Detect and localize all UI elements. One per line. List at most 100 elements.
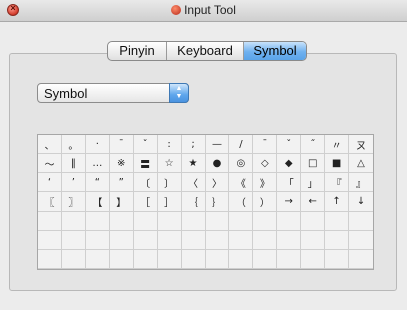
symbol-cell[interactable] [61,249,86,269]
symbol-cell[interactable]: ㄡ [349,135,373,155]
symbol-cell[interactable] [181,230,206,250]
symbol-cell[interactable]: 《 [229,173,254,193]
symbol-cell[interactable] [253,230,278,250]
tab-pinyin[interactable]: Pinyin [108,42,167,60]
symbol-cell[interactable]: ］ [157,192,182,212]
symbol-cell[interactable] [277,249,302,269]
symbol-cell[interactable]: ※ [109,154,134,174]
symbol-cell[interactable] [61,230,86,250]
symbol-cell[interactable]: “ [85,173,110,193]
symbol-cell[interactable] [277,211,302,231]
symbol-cell[interactable]: 「 [277,173,302,193]
symbol-cell[interactable]: ◎ [229,154,254,174]
symbol-cell[interactable]: : [157,135,182,155]
symbol-cell[interactable]: ［ [133,192,158,212]
symbol-cell[interactable]: ） [253,192,278,212]
symbol-cell[interactable]: 、 [38,135,62,155]
symbol-cell[interactable] [301,211,326,231]
symbol-cell[interactable] [349,250,373,269]
symbol-cell[interactable]: 〈 [181,173,206,193]
symbol-cell[interactable]: 〗 [61,192,86,212]
symbol-cell[interactable]: 〔 [133,173,158,193]
tab-symbol[interactable]: Symbol [244,42,306,60]
symbol-cell[interactable] [157,230,182,250]
symbol-cell[interactable]: ● [205,154,230,174]
symbol-cell[interactable] [205,211,230,231]
symbol-cell[interactable] [253,249,278,269]
symbol-cell[interactable] [109,249,134,269]
symbol-cell[interactable]: ˝ [301,135,326,155]
symbol-cell[interactable]: 〓 [133,154,158,174]
symbol-cell[interactable]: ↑ [325,192,350,212]
symbol-cell[interactable]: ’ [61,173,86,193]
symbol-cell[interactable] [109,230,134,250]
symbol-cell[interactable]: — [205,135,230,155]
symbol-cell[interactable] [229,230,254,250]
symbol-cell[interactable] [181,211,206,231]
symbol-cell[interactable]: □ [301,154,326,174]
symbol-cell[interactable] [133,230,158,250]
symbol-cell[interactable]: ¯ [253,135,278,155]
symbol-cell[interactable]: ˉ [109,135,134,155]
symbol-cell[interactable]: 〉 [205,173,230,193]
symbol-cell[interactable]: 】 [109,192,134,212]
symbol-cell[interactable]: ” [109,173,134,193]
symbol-cell[interactable]: ‖ [61,154,86,174]
symbol-cell[interactable] [157,211,182,231]
symbol-cell[interactable]: （ [229,192,254,212]
symbol-cell[interactable] [181,249,206,269]
symbol-cell[interactable] [325,211,350,231]
symbol-cell[interactable]: 『 [325,173,350,193]
symbol-cell[interactable]: 」 [301,173,326,193]
symbol-cell[interactable]: · [85,135,110,155]
title-bar[interactable]: × Input Tool [0,0,407,22]
symbol-cell[interactable] [157,249,182,269]
symbol-cell[interactable] [349,231,373,250]
symbol-cell[interactable]: 〕 [157,173,182,193]
symbol-cell[interactable]: ☆ [157,154,182,174]
symbol-cell[interactable]: ↓ [349,192,373,212]
symbol-cell[interactable]: 』 [349,173,373,193]
category-select[interactable]: Symbol ▲ ▼ [37,83,189,103]
symbol-cell[interactable]: ◆ [277,154,302,174]
symbol-cell[interactable] [109,211,134,231]
symbol-cell[interactable]: ～ [38,154,62,174]
symbol-cell[interactable]: / [229,135,254,155]
symbol-cell[interactable]: ｝ [205,192,230,212]
symbol-cell[interactable]: ★ [181,154,206,174]
symbol-cell[interactable] [253,211,278,231]
symbol-cell[interactable] [325,249,350,269]
symbol-cell[interactable]: ‘ [38,173,62,193]
symbol-cell[interactable] [349,212,373,231]
symbol-cell[interactable]: 。 [61,135,86,155]
symbol-cell[interactable] [133,249,158,269]
symbol-cell[interactable] [277,230,302,250]
symbol-cell[interactable]: 》 [253,173,278,193]
symbol-cell[interactable]: 〖 [38,192,62,212]
symbol-cell[interactable]: ■ [325,154,350,174]
symbol-cell[interactable] [205,249,230,269]
symbol-cell[interactable] [85,249,110,269]
symbol-cell[interactable]: ｛ [181,192,206,212]
symbol-cell[interactable]: … [85,154,110,174]
symbol-cell[interactable]: △ [349,154,373,174]
symbol-cell[interactable] [301,249,326,269]
symbol-cell[interactable] [325,230,350,250]
symbol-cell[interactable]: ˇ [277,135,302,155]
symbol-cell[interactable]: ← [301,192,326,212]
symbol-cell[interactable] [229,211,254,231]
symbol-cell[interactable] [205,230,230,250]
symbol-cell[interactable] [38,211,62,231]
symbol-cell[interactable] [85,211,110,231]
symbol-cell[interactable] [61,211,86,231]
symbol-cell[interactable] [38,249,62,269]
symbol-cell[interactable] [85,230,110,250]
symbol-cell[interactable]: ◇ [253,154,278,174]
symbol-cell[interactable] [133,211,158,231]
symbol-cell[interactable]: ; [181,135,206,155]
symbol-cell[interactable]: → [277,192,302,212]
symbol-cell[interactable] [301,230,326,250]
symbol-cell[interactable]: 【 [85,192,110,212]
symbol-cell[interactable]: 〃 [325,135,350,155]
symbol-cell[interactable] [38,230,62,250]
